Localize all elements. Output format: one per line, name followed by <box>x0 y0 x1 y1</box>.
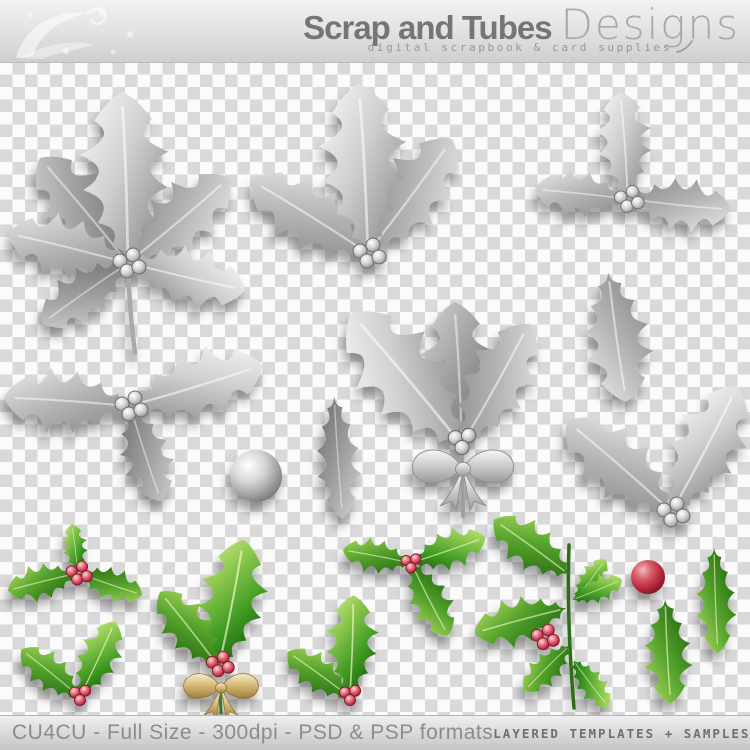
brand-tagline: digital scrapbook & card supplies <box>367 40 672 54</box>
brand-block: Scrap and Tubes Designs digital scrapboo… <box>303 4 740 54</box>
footer-format-label: CU4CU - Full Size - 300dpi - PSD & PSP f… <box>12 721 494 744</box>
tagline-flourish-icon <box>676 40 693 54</box>
product-preview: Scrap and Tubes Designs digital scrapboo… <box>0 0 750 750</box>
header-bar: Scrap and Tubes Designs digital scrapboo… <box>0 0 750 63</box>
footer-bar: CU4CU - Full Size - 300dpi - PSD & PSP f… <box>0 716 750 750</box>
transparency-board <box>0 62 750 716</box>
footer-contents-label: LAYERED TEMPLATES + SAMPLES <box>493 725 750 741</box>
brand-name-light: Designs <box>560 0 740 49</box>
flourish-logo-icon <box>16 7 133 59</box>
